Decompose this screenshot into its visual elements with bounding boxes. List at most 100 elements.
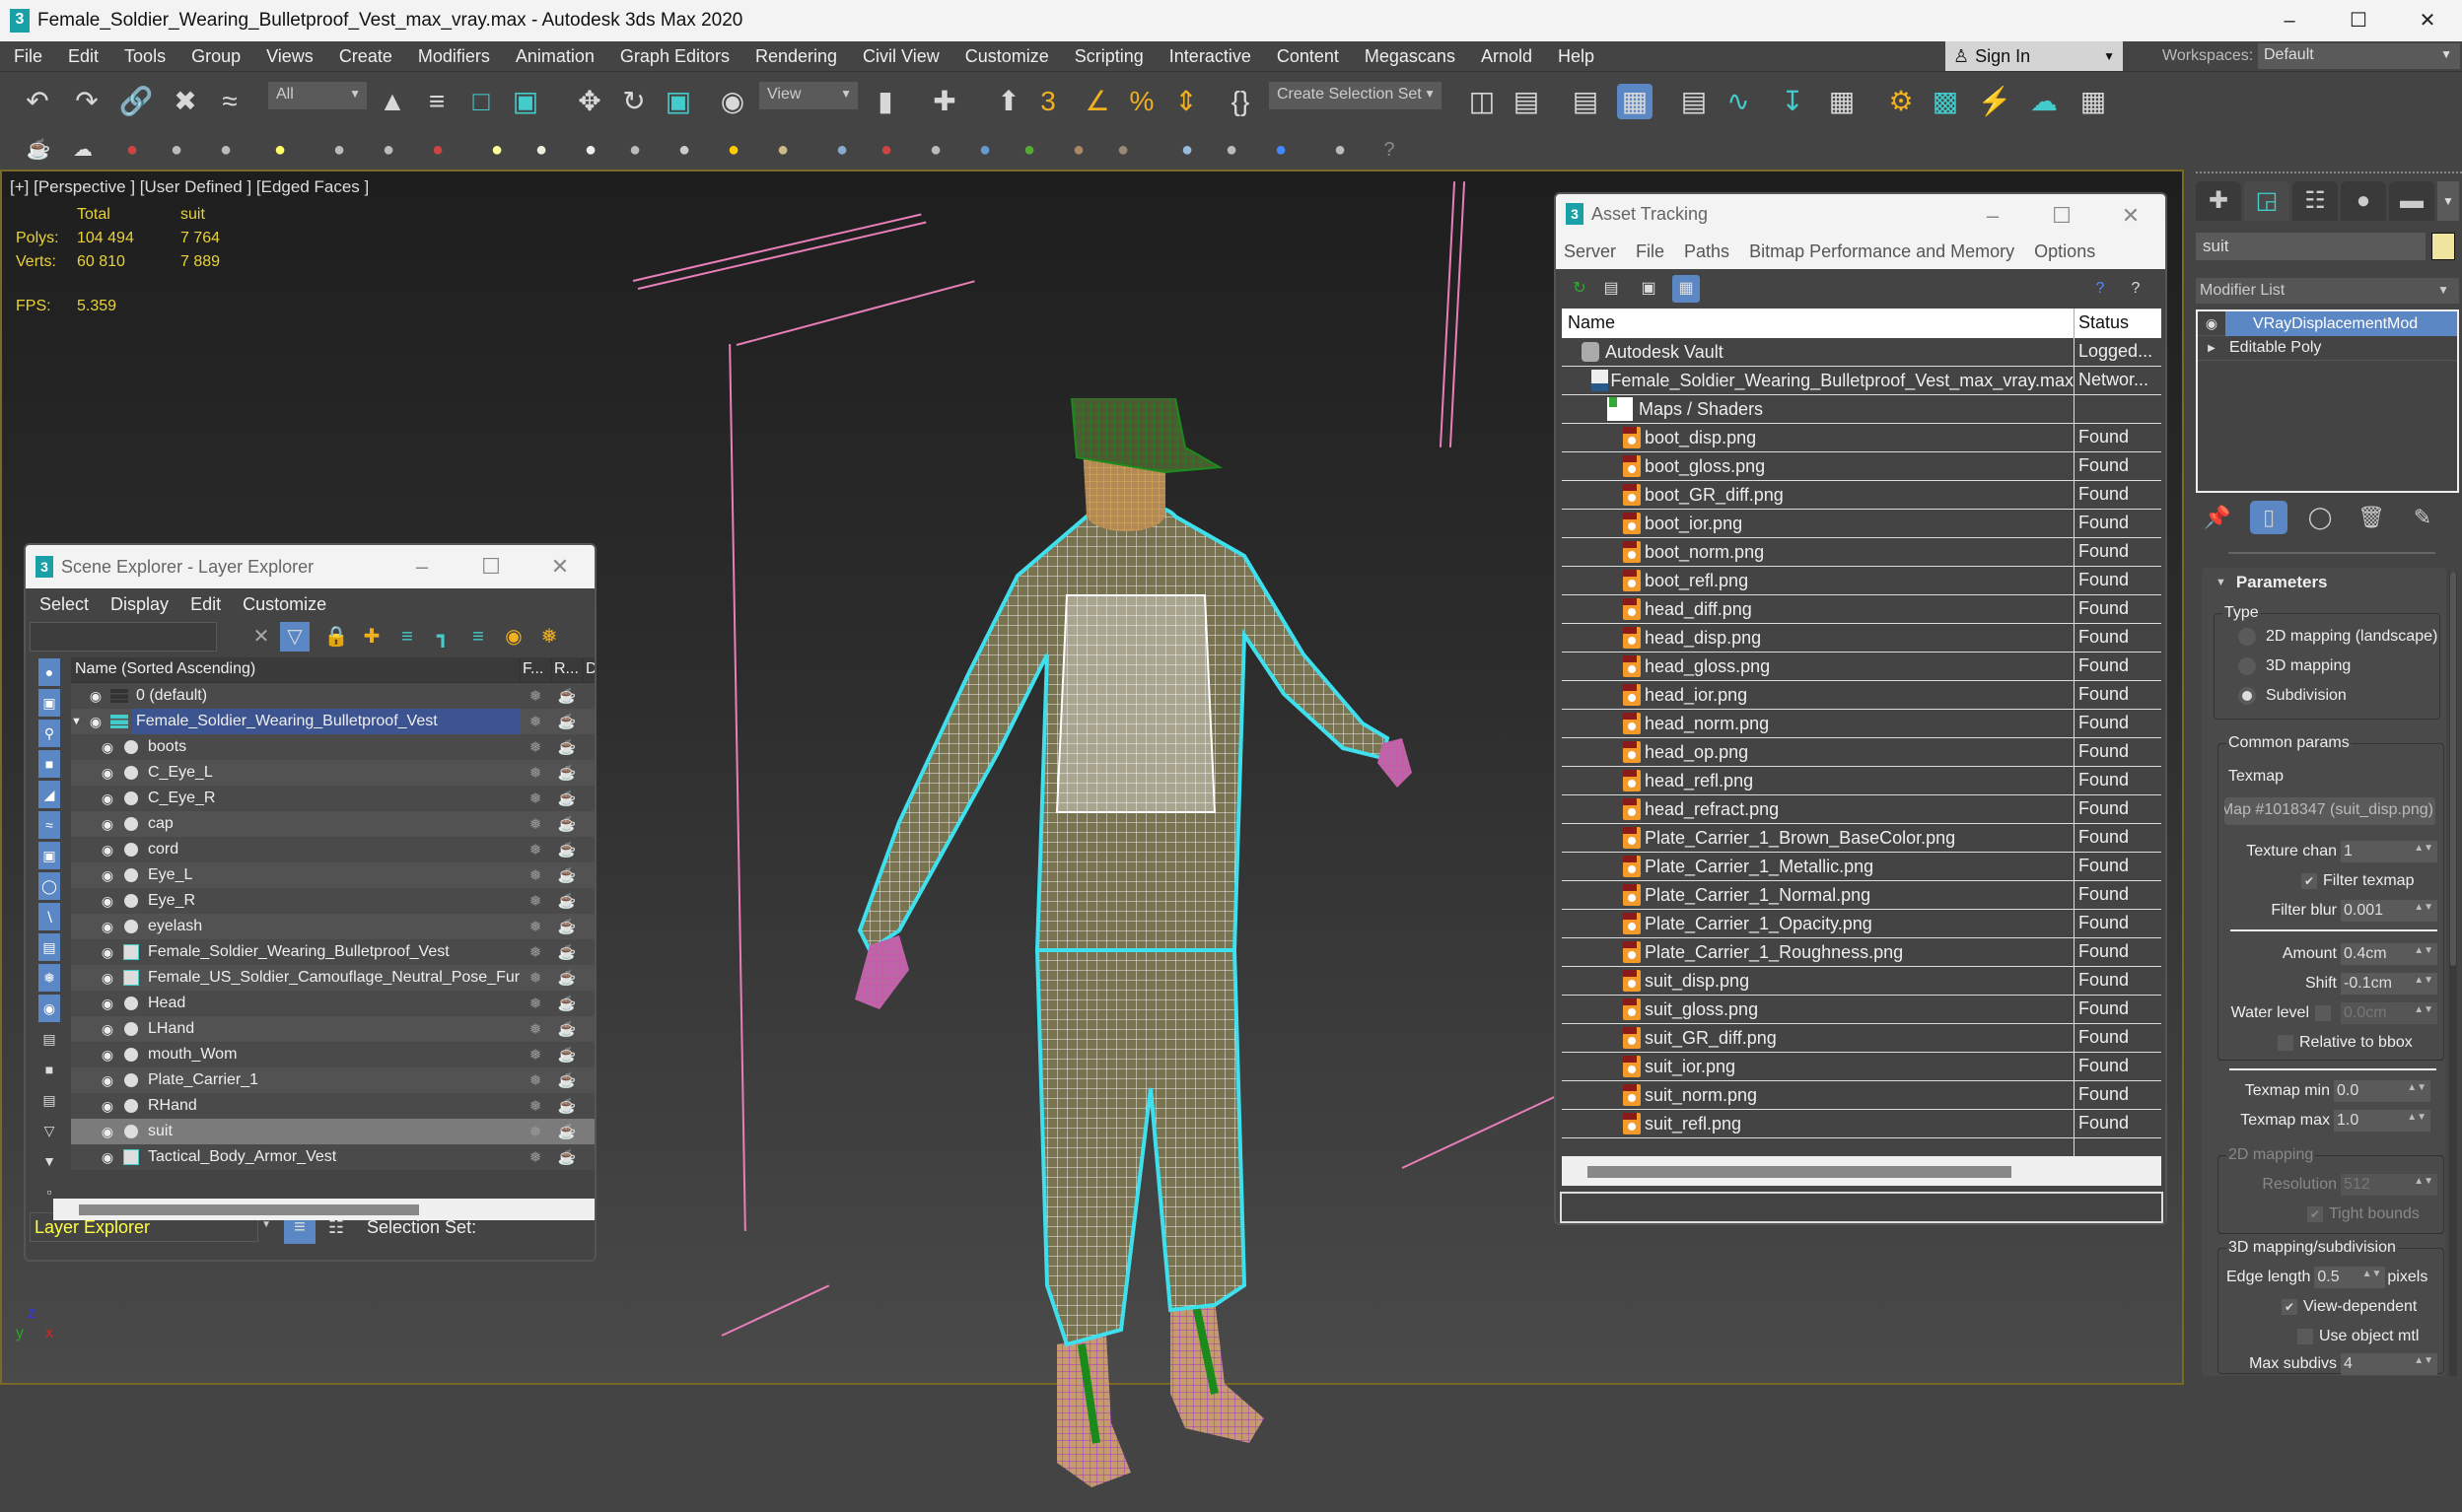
use-object-mtl-checkbox[interactable]: Use object mtl <box>2297 1328 2419 1345</box>
asset-row[interactable]: head_op.png Found <box>1562 738 2161 767</box>
row-name[interactable]: Head <box>144 991 520 1016</box>
row-name[interactable]: Plate_Carrier_1 <box>144 1067 520 1093</box>
vray-mol-icon[interactable]: ● <box>873 136 900 164</box>
modifier-list-dropdown[interactable]: Modifier List ▼ <box>2196 278 2459 304</box>
row-name[interactable]: C_Eye_L <box>144 760 520 786</box>
motion-tab[interactable]: ● <box>2341 181 2386 221</box>
param-value[interactable]: 1.0 <box>2337 1112 2358 1129</box>
param-value[interactable]: 0.0 <box>2337 1082 2358 1099</box>
select-invert-icon[interactable]: ▤ <box>38 1086 60 1114</box>
param-value[interactable]: 0.001 <box>2344 902 2383 919</box>
vray-cone-icon[interactable]: ● <box>670 136 698 164</box>
more-tabs-dropdown[interactable]: ▼ <box>2437 181 2459 221</box>
menu-file[interactable]: File <box>0 46 54 67</box>
display-column-header[interactable]: D <box>583 657 595 682</box>
soldier-model[interactable] <box>751 398 1540 1512</box>
visibility-eye-icon[interactable]: ◉ <box>97 1047 118 1064</box>
renderable-teapot-icon[interactable]: ☕ <box>551 1020 583 1038</box>
undo-icon[interactable]: ↶ <box>20 84 55 119</box>
asset-row[interactable]: suit_refl.png Found <box>1562 1110 2161 1138</box>
edit-named-sets-icon[interactable]: {} <box>1223 84 1258 119</box>
spinner-arrows-icon[interactable]: ▲▼ <box>2407 1112 2427 1123</box>
freeze-toggle-icon[interactable]: ❅ <box>520 1097 551 1115</box>
curve-editor-icon[interactable]: ∿ <box>1721 84 1756 119</box>
spinner-arrows-icon[interactable]: ▲▼ <box>2362 1269 2382 1279</box>
vray-dome-camera-icon[interactable]: ● <box>375 136 402 164</box>
unlink-icon[interactable]: ✖ <box>168 84 203 119</box>
renderable-teapot-icon[interactable]: ☕ <box>551 687 583 705</box>
snap-3d-icon[interactable]: 3 <box>1030 84 1066 119</box>
visibility-eye-icon[interactable]: ◉ <box>97 944 118 961</box>
maximize-button[interactable]: ☐ <box>457 545 526 588</box>
menu-options[interactable]: Options <box>2034 241 2095 262</box>
spinner-arrows-icon[interactable]: ▲▼ <box>2414 945 2433 956</box>
freeze-toggle-icon[interactable]: ❅ <box>520 1148 551 1166</box>
renderable-teapot-icon[interactable]: ☕ <box>551 1123 583 1140</box>
named-selection-dropdown[interactable]: Create Selection Set ▼ <box>1269 82 1442 109</box>
move-icon[interactable]: ✥ <box>572 84 607 119</box>
visibility-eye-icon[interactable]: ◉ <box>97 919 118 935</box>
menu-group[interactable]: Group <box>177 46 252 67</box>
help-icon[interactable]: ? <box>2086 275 2114 303</box>
scene-search-input[interactable] <box>30 622 217 652</box>
freeze-toggle-icon[interactable]: ❅ <box>520 815 551 833</box>
minimize-button[interactable]: – <box>387 545 457 588</box>
freeze-toggle-icon[interactable]: ❅ <box>520 738 551 756</box>
object-name-input[interactable] <box>2196 233 2426 260</box>
spinner-arrows-icon[interactable]: ▲▼ <box>2414 1004 2433 1015</box>
rect-selection-icon[interactable]: □ <box>463 84 499 119</box>
freeze-toggle-icon[interactable]: ❅ <box>520 1020 551 1038</box>
hide-layer-icon[interactable]: ◉ <box>499 622 528 652</box>
window-crossing-icon[interactable]: ▣ <box>508 84 543 119</box>
layers-icon[interactable]: ≡ <box>463 622 493 652</box>
spinner-arrows-icon[interactable]: ▲▼ <box>2414 843 2433 854</box>
menu-animation[interactable]: Animation <box>502 46 606 67</box>
create-tab[interactable]: ✚ <box>2196 181 2241 221</box>
menu-tools[interactable]: Tools <box>110 46 177 67</box>
renderable-teapot-icon[interactable]: ☕ <box>551 1071 583 1089</box>
menu-rendering[interactable]: Rendering <box>741 46 849 67</box>
select-all-icon[interactable]: ▤ <box>38 1025 60 1053</box>
display-tab[interactable]: ▬ <box>2389 181 2434 221</box>
asset-row[interactable]: suit_ior.png Found <box>1562 1053 2161 1081</box>
visibility-eye-icon[interactable]: ◉ <box>85 714 106 730</box>
visibility-eye-icon[interactable]: ◉ <box>97 765 118 782</box>
visibility-eye-icon[interactable]: ◉ <box>97 739 118 756</box>
asset-row[interactable]: head_disp.png Found <box>1562 624 2161 653</box>
menu-create[interactable]: Create <box>325 46 404 67</box>
row-name[interactable]: suit <box>144 1119 520 1144</box>
row-name[interactable]: Eye_L <box>144 862 520 888</box>
asset-path-field[interactable] <box>1560 1192 2163 1223</box>
asset-row[interactable]: head_ior.png Found <box>1562 681 2161 710</box>
menu-select[interactable]: Select <box>39 594 89 615</box>
freeze-toggle-icon[interactable]: ❅ <box>520 687 551 705</box>
geometry-filter-icon[interactable]: ● <box>38 658 60 686</box>
scene-explorer-titlebar[interactable]: 3 Scene Explorer - Layer Explorer – ☐ ✕ <box>26 545 595 588</box>
list-view-icon[interactable]: ▤ <box>1597 275 1625 303</box>
visibility-eye-icon[interactable]: ◉ <box>97 1098 118 1115</box>
freeze-layer-icon[interactable]: ❅ <box>534 622 564 652</box>
row-name[interactable]: C_Eye_R <box>144 786 520 811</box>
render-setup-icon[interactable]: ⚙ <box>1883 84 1919 119</box>
asset-hscrollbar[interactable] <box>1562 1156 2161 1186</box>
object-color-swatch[interactable] <box>2431 233 2455 260</box>
groups-filter-icon[interactable]: ▣ <box>38 842 60 869</box>
select-object-icon[interactable]: ▲ <box>375 84 410 119</box>
expand-arrow-icon[interactable]: ▶ <box>2198 343 2225 354</box>
help-icon[interactable]: ? <box>1375 136 1403 164</box>
object-row[interactable]: ◉ mouth_Wom ❅ ☕ <box>71 1042 595 1067</box>
menu-content[interactable]: Content <box>1263 46 1351 67</box>
toggle-scene-explorer-icon[interactable]: ▤ <box>1568 84 1603 119</box>
menu-scripting[interactable]: Scripting <box>1061 46 1156 67</box>
select-none-icon[interactable]: ■ <box>38 1056 60 1083</box>
tight-bounds-checkbox[interactable]: ✔ Tight bounds <box>2307 1205 2420 1223</box>
vray-lister-icon[interactable]: ● <box>1326 136 1354 164</box>
asset-row[interactable]: Female_Soldier_Wearing_Bulletproof_Vest_… <box>1562 367 2161 395</box>
row-name[interactable]: mouth_Wom <box>144 1042 520 1067</box>
menu-help[interactable]: Help <box>1544 46 1606 67</box>
toggle-layer-explorer-icon[interactable]: ▦ <box>1617 84 1653 119</box>
parameters-rollout-header[interactable]: ▼ Parameters <box>2202 568 2446 597</box>
containers-filter-icon[interactable]: ▤ <box>38 933 60 961</box>
radio-button[interactable] <box>2238 687 2256 705</box>
maximize-button[interactable]: ☐ <box>2324 0 2393 41</box>
